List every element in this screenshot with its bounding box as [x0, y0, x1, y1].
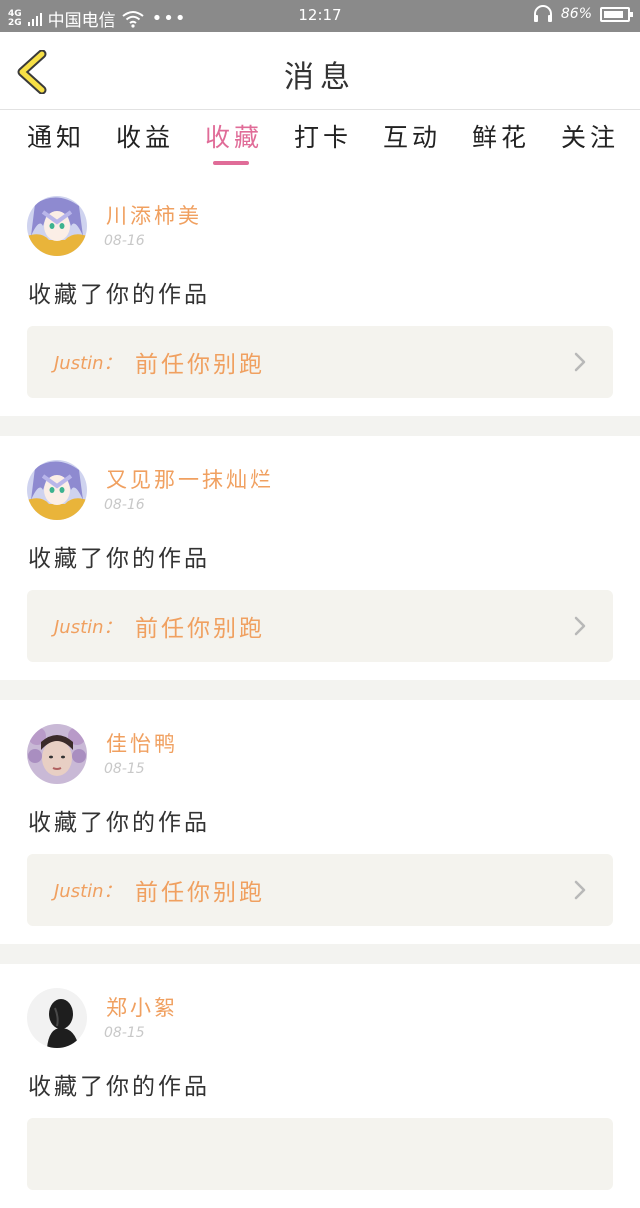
page-title: 消息	[284, 60, 356, 95]
tab-follow[interactable]: 关注	[561, 118, 619, 154]
work-author: Justin：	[54, 353, 122, 374]
work-card[interactable]	[27, 1118, 613, 1190]
user-name[interactable]: 又见那一抹灿烂	[106, 464, 274, 494]
tab-interaction[interactable]: 互动	[383, 118, 441, 154]
headset-icon	[533, 5, 552, 22]
list-item: 川添柿美 08-16 收藏了你的作品 Justin： 前任你别跑	[0, 172, 640, 416]
anime-avatar-image	[27, 196, 87, 256]
tab-earnings[interactable]: 收益	[116, 118, 174, 154]
message-text: 收藏了你的作品	[28, 810, 210, 836]
work-author: Justin：	[54, 617, 122, 638]
message-date: 08-16	[104, 497, 145, 513]
chevron-right-icon	[574, 880, 586, 900]
message-text: 收藏了你的作品	[28, 282, 210, 308]
message-list: 川添柿美 08-16 收藏了你的作品 Justin： 前任你别跑 又见那一抹灿烂	[0, 172, 640, 1208]
photo-avatar-image	[27, 724, 87, 784]
list-separator	[0, 944, 640, 964]
work-card[interactable]: Justin： 前任你别跑	[27, 326, 613, 398]
battery-percent: 86%	[560, 6, 592, 22]
battery-icon	[600, 6, 633, 22]
user-name[interactable]: 川添柿美	[106, 200, 202, 230]
message-text: 收藏了你的作品	[28, 546, 210, 572]
list-item: 又见那一抹灿烂 08-16 收藏了你的作品 Justin： 前任你别跑	[0, 436, 640, 680]
avatar[interactable]	[27, 988, 87, 1048]
list-item: 郑小絮 08-15 收藏了你的作品	[0, 964, 640, 1208]
tab-flowers[interactable]: 鲜花	[472, 118, 530, 154]
avatar[interactable]	[27, 460, 87, 520]
work-title: 前任你别跑	[135, 352, 265, 378]
anime-avatar-image	[27, 460, 87, 520]
avatar[interactable]	[27, 196, 87, 256]
user-name[interactable]: 佳怡鸭	[106, 728, 178, 758]
message-tabs: 通知 收益 收藏 打卡 互动 鲜花 关注	[0, 110, 640, 172]
message-date: 08-15	[104, 761, 145, 777]
chevron-right-icon	[574, 352, 586, 372]
message-date: 08-15	[104, 1025, 145, 1041]
user-name[interactable]: 郑小絮	[106, 992, 178, 1022]
list-separator	[0, 680, 640, 700]
active-tab-indicator	[213, 161, 249, 165]
work-card[interactable]: Justin： 前任你别跑	[27, 590, 613, 662]
list-item: 佳怡鸭 08-15 收藏了你的作品 Justin： 前任你别跑	[0, 700, 640, 944]
silhouette-avatar-image	[27, 988, 87, 1048]
status-bar: 4G 2G 中国电信 ••• 12:17 86%	[0, 0, 640, 32]
work-author: Justin：	[54, 881, 122, 902]
tab-notice[interactable]: 通知	[27, 118, 85, 154]
message-text: 收藏了你的作品	[28, 1074, 210, 1100]
list-separator	[0, 416, 640, 436]
tab-favorites[interactable]: 收藏	[205, 118, 263, 154]
chevron-right-icon	[574, 616, 586, 636]
nav-header: 消息	[0, 32, 640, 110]
work-card[interactable]: Justin： 前任你别跑	[27, 854, 613, 926]
avatar[interactable]	[27, 724, 87, 784]
work-title: 前任你别跑	[135, 616, 265, 642]
work-title: 前任你别跑	[135, 880, 265, 906]
tab-checkin[interactable]: 打卡	[294, 118, 352, 154]
battery-fill	[604, 10, 623, 18]
message-date: 08-16	[104, 233, 145, 249]
